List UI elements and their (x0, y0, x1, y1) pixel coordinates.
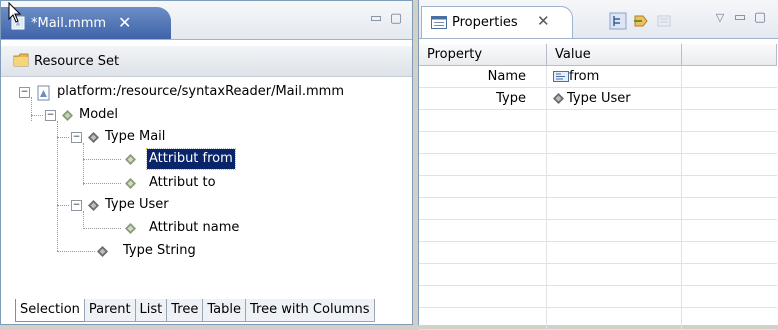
table-row[interactable]: Name from (419, 66, 777, 88)
maximize-icon[interactable]: ▢ (753, 11, 767, 24)
property-value-cell: Type User (547, 88, 682, 109)
tree-item-label: Type String (123, 243, 196, 258)
editor-tabbar: *Mail.mmm ✕ ▭ ▢ (1, 1, 412, 40)
properties-tabbar: Properties ✕ ▽ ▭ ▢ (419, 0, 778, 39)
tree-item-label: Type Mail (105, 129, 166, 144)
show-advanced-icon[interactable] (632, 12, 650, 30)
collapse-toggle[interactable]: − (71, 132, 82, 143)
empty-row (419, 132, 777, 154)
empty-row (419, 242, 777, 264)
editor-page-tabs: Selection Parent List Tree Table Tree wi… (15, 299, 375, 323)
column-header-property[interactable]: Property (419, 44, 547, 66)
attribute-element-icon (125, 178, 136, 189)
show-categories-icon[interactable] (609, 12, 627, 30)
collapse-toggle[interactable]: − (19, 87, 30, 98)
editor-pane: *Mail.mmm ✕ ▭ ▢ Resource Set − platform:… (0, 0, 413, 325)
tree-item-label: Type User (105, 197, 169, 212)
properties-view: Properties ✕ ▽ ▭ ▢ Property Value Name f… (418, 0, 778, 330)
tree-item-label: Attribut to (149, 175, 216, 190)
properties-icon (431, 16, 447, 29)
attribute-element-icon (125, 223, 136, 234)
property-name-cell: Type (419, 88, 547, 109)
property-name-cell: Name (419, 66, 547, 87)
tree-item-label: platform:/resource/syntaxReader/Mail.mmm (57, 84, 344, 99)
tab-list[interactable]: List (134, 299, 168, 322)
type-element-icon (553, 93, 564, 104)
empty-row (419, 154, 777, 176)
tab-tree-with-columns[interactable]: Tree with Columns (245, 299, 375, 322)
tree-item-label: Attribut name (149, 220, 240, 235)
tree-item-label-selected: Attribut from (146, 148, 236, 170)
type-element-icon (88, 132, 99, 143)
folder-icon (13, 53, 29, 67)
resource-file-icon (37, 85, 50, 101)
type-element-icon (97, 246, 108, 257)
editor-tab-mail[interactable]: *Mail.mmm ✕ (1, 7, 171, 39)
tab-table[interactable]: Table (202, 299, 246, 322)
empty-row (419, 308, 777, 330)
resource-set-label: Resource Set (34, 54, 120, 69)
collapse-toggle[interactable]: − (71, 200, 82, 211)
properties-tab[interactable]: Properties ✕ (421, 6, 573, 38)
minimize-icon[interactable]: ▭ (733, 11, 747, 24)
collapse-toggle[interactable]: − (45, 110, 56, 121)
mouse-pointer-icon (8, 2, 22, 23)
model-element-icon (62, 110, 73, 121)
editor-tab-label: *Mail.mmm (31, 16, 107, 31)
table-row[interactable]: Type Type User (419, 88, 777, 110)
type-element-icon (88, 200, 99, 211)
properties-tab-label: Properties (452, 15, 518, 30)
property-value-cell: from (547, 66, 682, 87)
resource-set-header: Resource Set (1, 46, 412, 77)
empty-row (419, 198, 777, 220)
view-menu-icon[interactable]: ▽ (713, 12, 727, 24)
empty-row (419, 264, 777, 286)
tab-tree[interactable]: Tree (166, 299, 204, 322)
column-header-value[interactable]: Value (547, 44, 682, 66)
empty-row (419, 220, 777, 242)
tab-selection[interactable]: Selection (15, 299, 85, 322)
tree-item-label: Model (79, 107, 119, 122)
empty-row (419, 110, 777, 132)
close-icon[interactable]: ✕ (118, 13, 131, 32)
minimize-icon[interactable]: ▭ (369, 12, 383, 25)
close-icon[interactable]: ✕ (537, 12, 550, 30)
tab-parent[interactable]: Parent (83, 299, 136, 322)
empty-row (419, 286, 777, 308)
attribute-element-icon (125, 154, 136, 165)
attribute-value-icon (553, 71, 569, 82)
restore-default-icon[interactable] (655, 12, 673, 30)
empty-row (419, 176, 777, 198)
column-header-filler (682, 44, 777, 66)
maximize-icon[interactable]: ▢ (389, 12, 403, 25)
